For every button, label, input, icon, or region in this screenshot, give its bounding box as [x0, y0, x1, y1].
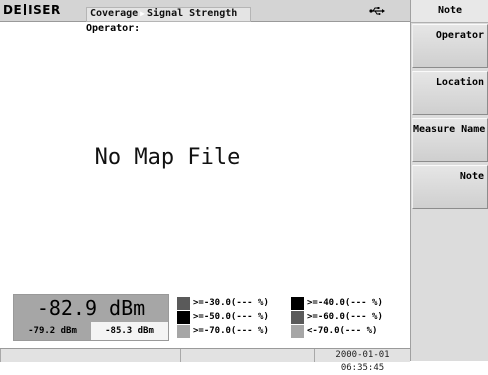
breadcrumb-item-signal-strength[interactable]: Signal Strength	[147, 8, 237, 20]
legend-label: <-70.0(--- %)	[307, 326, 378, 336]
status-bar: 2000-01-01 06:35:45	[0, 348, 410, 373]
no-map-message: No Map File	[94, 145, 241, 170]
legend-swatch	[291, 297, 304, 310]
note-button[interactable]: Note	[412, 165, 488, 209]
breadcrumb-item-coverage[interactable]: Coverage	[87, 8, 138, 20]
logo-right: ISER	[28, 3, 61, 17]
legend-label: >=-60.0(--- %)	[307, 312, 383, 322]
operator-button[interactable]: Operator	[412, 24, 488, 68]
breadcrumb: Coverage ▶ Signal Strength	[86, 7, 251, 22]
legend-swatch	[177, 311, 190, 324]
legend-swatch	[177, 297, 190, 310]
signal-readout: -82.9 dBm -79.2 dBm -85.3 dBm	[13, 294, 169, 341]
top-bar: DE ISER Coverage ▶ Signal Strength	[0, 0, 410, 22]
softkey-panel: Note Operator Location Measure Name Note	[410, 0, 488, 361]
legend-label: >=-40.0(--- %)	[307, 298, 383, 308]
logo-separator	[24, 4, 27, 15]
legend-label: >=-30.0(--- %)	[193, 298, 269, 308]
legend-swatch	[291, 311, 304, 324]
datetime-display: 2000-01-01 06:35:45	[335, 350, 390, 373]
brand-logo: DE ISER	[3, 3, 61, 18]
max-signal-value: -85.3 dBm	[91, 322, 168, 340]
breadcrumb-arrow-icon: ▶	[140, 9, 145, 18]
measure-name-button[interactable]: Measure Name	[412, 118, 488, 162]
operator-label: Operator:	[86, 23, 141, 34]
logo-left: DE	[3, 3, 23, 17]
current-signal-value: -82.9 dBm	[14, 295, 168, 322]
panel-title: Note	[411, 0, 488, 23]
legend-swatch	[177, 325, 190, 338]
status-cell	[180, 349, 181, 362]
legend-label: >=-50.0(--- %)	[193, 312, 269, 322]
legend-swatch	[291, 325, 304, 338]
min-signal-value: -79.2 dBm	[14, 322, 91, 340]
legend-label: >=-70.0(--- %)	[193, 326, 269, 336]
usb-icon	[369, 7, 385, 15]
status-cell	[0, 349, 1, 362]
location-button[interactable]: Location	[412, 71, 488, 115]
